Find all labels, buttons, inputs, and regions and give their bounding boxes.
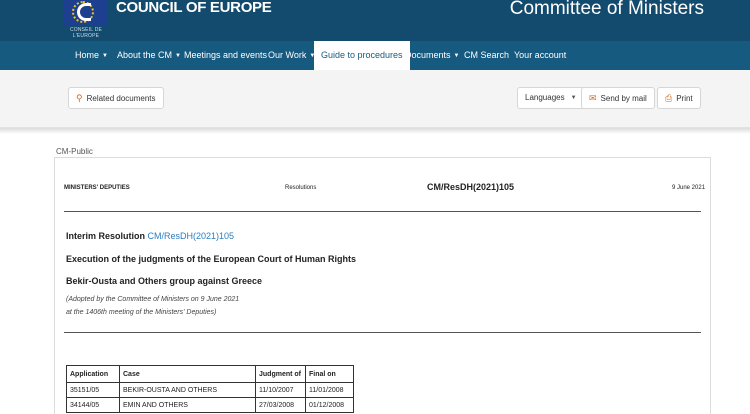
nav-documents-label: Documents <box>405 50 451 60</box>
table-cell: 34144/05 <box>66 397 120 413</box>
chevron-down-icon: ▼ <box>102 53 108 59</box>
table-cell: 35151/05 <box>66 382 120 398</box>
print-button[interactable]: ⎙ Print <box>657 87 701 109</box>
table-cell: EMIN AND OTHERS <box>119 397 256 413</box>
interim-resolution-line: Interim Resolution CM/ResDH(2021)105 <box>66 231 234 241</box>
doc-header-date: 9 June 2021 <box>672 185 706 191</box>
logo-e-icon <box>77 3 91 21</box>
doc-header-type: Resolutions <box>285 185 317 191</box>
column-header: Judgment of <box>255 365 306 383</box>
chevron-down-icon: ▼ <box>175 53 181 59</box>
related-label: Related documents <box>86 94 156 103</box>
site-header: CONSEIL DE L'EUROPE COUNCIL OF EUROPE Co… <box>0 0 750 41</box>
column-header: Application <box>66 365 120 383</box>
table-cell: 11/01/2008 <box>305 382 354 398</box>
nav-about[interactable]: About the CM ▼ <box>117 41 181 70</box>
table-cell: 01/12/2008 <box>305 397 354 413</box>
table-cell: BEKIR-OUSTA AND OTHERS <box>119 382 256 398</box>
adoption-note-2: at the 1406th meeting of the Ministers' … <box>66 309 217 316</box>
chevron-down-icon: ▼ <box>453 53 460 59</box>
document-toolbar: ⚲ Related documents Languages ▼ ✉ Send by m… <box>0 70 750 128</box>
cases-table: Application Case Judgment of Final on 35… <box>66 365 354 413</box>
brand-name[interactable]: COUNCIL OF EUROPE <box>116 0 272 16</box>
council-logo[interactable]: CONSEIL DE L'EUROPE <box>60 0 110 39</box>
nav-cm-search-label: CM Search <box>464 50 510 60</box>
related-documents-button[interactable]: ⚲ Related documents <box>68 87 164 109</box>
nav-our-work-label: Our Work <box>268 50 307 60</box>
send-label: Send by mail <box>600 94 647 103</box>
logo-caption: CONSEIL DE L'EUROPE <box>69 27 103 39</box>
nav-guide-label: Guide to procedures <box>321 50 403 60</box>
document-title: Execution of the judgments of the Europe… <box>66 254 356 264</box>
nav-documents[interactable]: Documents ▼ <box>405 41 459 70</box>
nav-about-label: About the CM <box>117 50 173 60</box>
document-page: MINISTERS' DEPUTIES Resolutions CM/ResDH… <box>54 157 711 414</box>
doc-header-left: MINISTERS' DEPUTIES <box>64 185 130 191</box>
languages-label: Languages <box>525 93 565 102</box>
doc-header-ref: CM/ResDH(2021)105 <box>427 182 515 192</box>
nav-account-label: Your account <box>514 50 567 60</box>
nav-meetings-label: Meetings and events <box>184 50 268 60</box>
main-nav: Home ▼ About the CM ▼ Meetings and events … <box>0 41 750 70</box>
group-title: Bekir-Ousta and Others group against Gre… <box>66 276 263 286</box>
divider <box>64 211 701 212</box>
link-icon: ⚲ <box>76 93 83 103</box>
interim-ref-link[interactable]: CM/ResDH(2021)105 <box>148 231 235 241</box>
mail-icon: ✉ <box>589 93 597 103</box>
print-icon: ⎙ <box>665 93 673 103</box>
adoption-note-1: (Adopted by the Committee of Ministers o… <box>66 296 240 303</box>
divider <box>64 332 701 333</box>
nav-home[interactable]: Home ▼ <box>75 41 108 70</box>
nav-guide[interactable]: Guide to procedures <box>314 41 410 70</box>
classification-label: CM-Public <box>56 147 93 156</box>
table-cell: 27/03/2008 <box>255 397 306 413</box>
table-header-row: Application Case Judgment of Final on <box>66 365 354 383</box>
chevron-down-icon: ▼ <box>570 95 577 101</box>
table-cell: 11/10/2007 <box>255 382 306 398</box>
languages-select[interactable]: Languages ▼ <box>517 87 585 109</box>
column-header: Case <box>119 365 256 383</box>
nav-account[interactable]: Your account <box>514 41 566 70</box>
nav-meetings[interactable]: Meetings and events <box>184 41 267 70</box>
nav-our-work[interactable]: Our Work ▼ <box>268 41 315 70</box>
send-by-mail-button[interactable]: ✉ Send by mail <box>581 87 655 109</box>
print-label: Print <box>676 94 693 103</box>
interim-label: Interim Resolution <box>66 231 146 241</box>
column-header: Final on <box>305 365 354 383</box>
table-row: 35151/05 BEKIR-OUSTA AND OTHERS 11/10/20… <box>66 382 354 398</box>
nav-home-label: Home <box>75 50 100 60</box>
site-title[interactable]: Committee of Ministers <box>510 0 704 20</box>
nav-cm-search[interactable]: CM Search <box>464 41 509 70</box>
table-row: 34144/05 EMIN AND OTHERS 27/03/2008 01/1… <box>66 397 354 413</box>
toolbar-shadow <box>0 128 750 134</box>
